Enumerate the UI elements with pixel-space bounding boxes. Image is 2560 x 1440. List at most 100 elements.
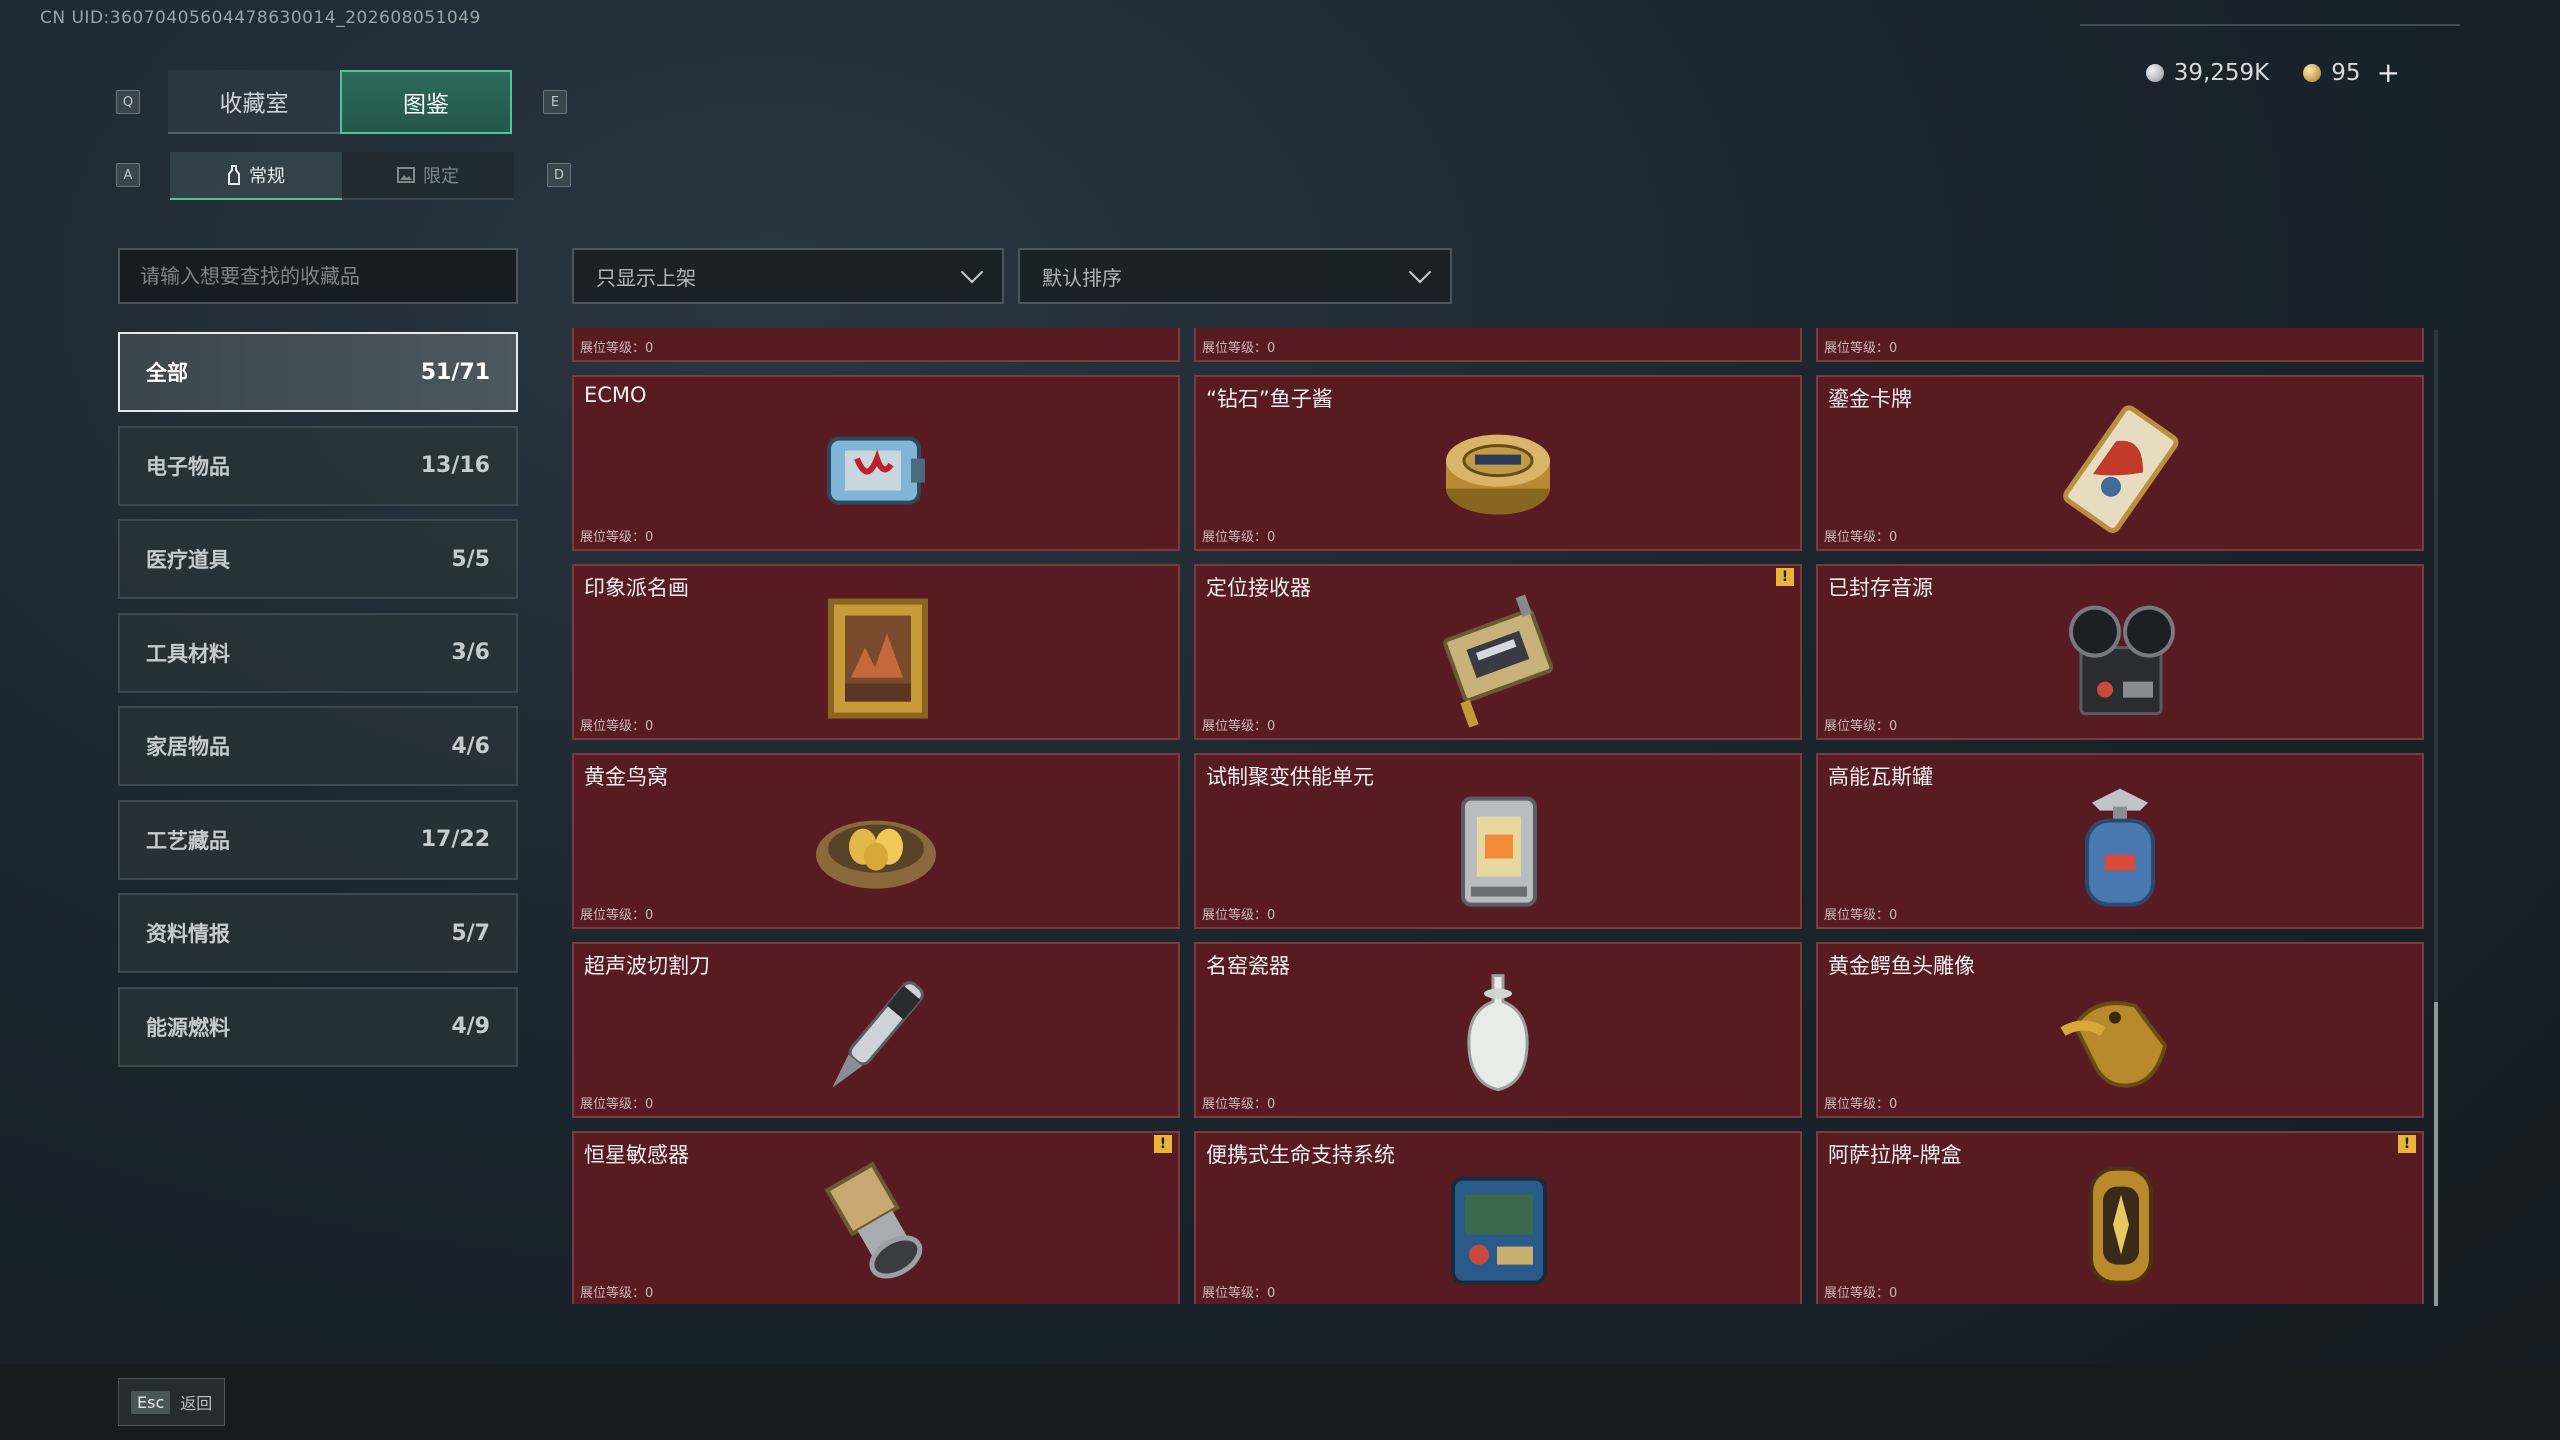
porcelain-vase-icon — [1467, 974, 1529, 1092]
star-sensor-icon — [824, 1161, 923, 1279]
search-input[interactable] — [118, 248, 518, 304]
grid-scrollbar[interactable] — [2434, 330, 2438, 1306]
esc-key-hint: Esc — [131, 1390, 171, 1414]
category-label: 电子物品 — [146, 454, 230, 479]
collection-card[interactable]: 鎏金卡牌 展位等级：0 — [1816, 375, 2424, 551]
collection-card[interactable]: 名窑瓷器展位等级：0 — [1194, 942, 1802, 1118]
silver-amount: 39,259K — [2173, 59, 2270, 86]
main-tabs: 收藏室 图鉴 — [168, 70, 512, 134]
item-name: 印象派名画 — [584, 576, 689, 600]
partial-item-icon — [2045, 328, 2195, 350]
category-electronics[interactable]: 电子物品 13/16 — [118, 425, 518, 506]
category-list: 全部 51/71 电子物品 13/16 医疗道具 5/5 工具材料 3/6 家居物品 4/… — [118, 332, 518, 1080]
booth-level: 展位等级：0 — [580, 530, 654, 545]
item-name: 黄金鳄鱼头雕像 — [1828, 954, 1975, 978]
booth-level: 展位等级：0 — [1202, 341, 1276, 356]
collection-card[interactable]: 展位等级：0 — [1816, 328, 2424, 362]
category-label: 全部 — [146, 361, 188, 385]
collection-grid: 展位等级：0 展位等级：0 展位等级：0 ECMO 展位等级：0 “钻石”鱼子酱 展位等级：… — [572, 328, 2424, 1304]
key-hint-q: Q — [116, 90, 140, 114]
category-intel[interactable]: 资料情报 5/7 — [118, 893, 518, 973]
fusion-unit-icon — [1461, 796, 1537, 907]
back-button[interactable]: Esc 返回 — [118, 1378, 226, 1426]
category-count: 13/16 — [420, 453, 490, 478]
category-energy[interactable]: 能源燃料 4/9 — [118, 986, 518, 1067]
card-box-icon — [2089, 1166, 2153, 1285]
warning-icon: ! — [1154, 1135, 1172, 1153]
framed-painting-icon — [828, 598, 928, 719]
category-count: 5/7 — [451, 920, 490, 946]
shelf-filter-dropdown[interactable]: 只显示上架 — [572, 248, 1004, 304]
scrollbar-thumb[interactable] — [2434, 1002, 2438, 1306]
collection-card[interactable]: ECMO 展位等级：0 — [572, 375, 1180, 551]
tab-codex[interactable]: 图鉴 — [340, 70, 512, 134]
collection-card[interactable]: 恒星敏感器! 展位等级：0 — [572, 1131, 1180, 1304]
reel-tape-recorder-icon — [2069, 605, 2175, 716]
gold-coin-icon — [2303, 63, 2322, 82]
item-name: 阿萨拉牌-牌盒 — [1828, 1143, 1962, 1167]
gilded-card-icon — [2063, 405, 2179, 533]
booth-level: 展位等级：0 — [1202, 719, 1276, 734]
category-household[interactable]: 家居物品 4/6 — [118, 706, 518, 786]
item-name: 定位接收器 — [1206, 576, 1311, 600]
booth-level: 展位等级：0 — [1202, 1097, 1276, 1112]
collection-card[interactable]: 印象派名画展位等级：0 — [572, 564, 1180, 740]
category-crafts[interactable]: 工艺藏品 17/22 — [118, 799, 518, 880]
booth-level: 展位等级：0 — [1824, 341, 1898, 356]
key-hint-e: E — [543, 90, 567, 114]
item-name: 鎏金卡牌 — [1828, 387, 1912, 411]
booth-level: 展位等级：0 — [580, 1097, 654, 1112]
collection-card[interactable]: 黄金鳄鱼头雕像展位等级：0 — [1816, 942, 2424, 1118]
category-count: 51/71 — [420, 359, 490, 385]
category-tools[interactable]: 工具材料 3/6 — [118, 612, 518, 693]
collection-card[interactable]: 高能瓦斯罐 展位等级：0 — [1816, 753, 2424, 929]
item-name: 名窑瓷器 — [1206, 954, 1290, 978]
booth-level: 展位等级：0 — [580, 719, 654, 734]
booth-level: 展位等级：0 — [580, 908, 654, 923]
ecmo-machine-icon — [827, 436, 925, 505]
item-name: 已封存音源 — [1828, 576, 1933, 600]
category-label: 工艺藏品 — [146, 828, 230, 853]
collection-grid-viewport: 展位等级：0 展位等级：0 展位等级：0 ECMO 展位等级：0 “钻石”鱼子酱 展位等级：… — [572, 328, 2424, 1304]
category-count: 4/9 — [451, 1014, 490, 1039]
collection-card[interactable]: 超声波切割刀 展位等级：0 — [572, 942, 1180, 1118]
category-label: 资料情报 — [146, 922, 230, 946]
chevron-down-icon — [1408, 260, 1432, 284]
tab-collection-room[interactable]: 收藏室 — [168, 70, 340, 134]
ultrasonic-cutter-icon — [832, 981, 924, 1088]
top-divider — [2080, 24, 2460, 26]
booth-level: 展位等级：0 — [1824, 1097, 1898, 1112]
booth-level: 展位等级：0 — [580, 1286, 654, 1301]
subtab-limited-label: 限定 — [423, 166, 459, 187]
category-all[interactable]: 全部 51/71 — [118, 332, 518, 412]
subtab-regular-label: 常规 — [249, 166, 285, 187]
golden-nest-icon — [816, 820, 936, 889]
collection-card[interactable]: 已封存音源 展位等级：0 — [1816, 564, 2424, 740]
item-name: ECMO — [584, 383, 647, 407]
sort-value: 默认排序 — [1042, 265, 1122, 290]
collection-card[interactable]: 展位等级：0 — [572, 328, 1180, 362]
add-currency-button[interactable]: + — [2377, 56, 2400, 89]
gold-currency[interactable]: 95 + — [2303, 56, 2400, 89]
collection-card[interactable]: 便携式生命支持系统 展位等级：0 — [1194, 1131, 1802, 1304]
collection-card[interactable]: 阿萨拉牌-牌盒! 展位等级：0 — [1816, 1131, 2424, 1304]
subtab-limited[interactable]: 限定 — [342, 152, 514, 200]
sort-dropdown[interactable]: 默认排序 — [1018, 248, 1452, 304]
partial-item-icon — [1423, 328, 1573, 350]
collection-card[interactable]: 黄金鸟窝 展位等级：0 — [572, 753, 1180, 929]
category-count: 3/6 — [451, 640, 490, 665]
footer-bar — [0, 1364, 2560, 1440]
shelf-filter-value: 只显示上架 — [596, 265, 696, 290]
gold-amount: 95 — [2331, 59, 2361, 86]
collection-card[interactable]: 试制聚变供能单元 展位等级：0 — [1194, 753, 1802, 929]
category-medical[interactable]: 医疗道具 5/5 — [118, 519, 518, 599]
category-label: 能源燃料 — [146, 1015, 230, 1040]
gas-canister-icon — [2085, 788, 2155, 907]
partial-item-icon — [801, 328, 951, 350]
collection-card[interactable]: “钻石”鱼子酱 展位等级：0 — [1194, 375, 1802, 551]
collection-card[interactable]: 展位等级：0 — [1194, 328, 1802, 362]
collection-card[interactable]: 定位接收器! 展位等级：0 — [1194, 564, 1802, 740]
locator-receiver-icon — [1443, 594, 1554, 728]
subtab-regular[interactable]: 常规 — [170, 152, 342, 200]
category-label: 工具材料 — [146, 641, 230, 666]
